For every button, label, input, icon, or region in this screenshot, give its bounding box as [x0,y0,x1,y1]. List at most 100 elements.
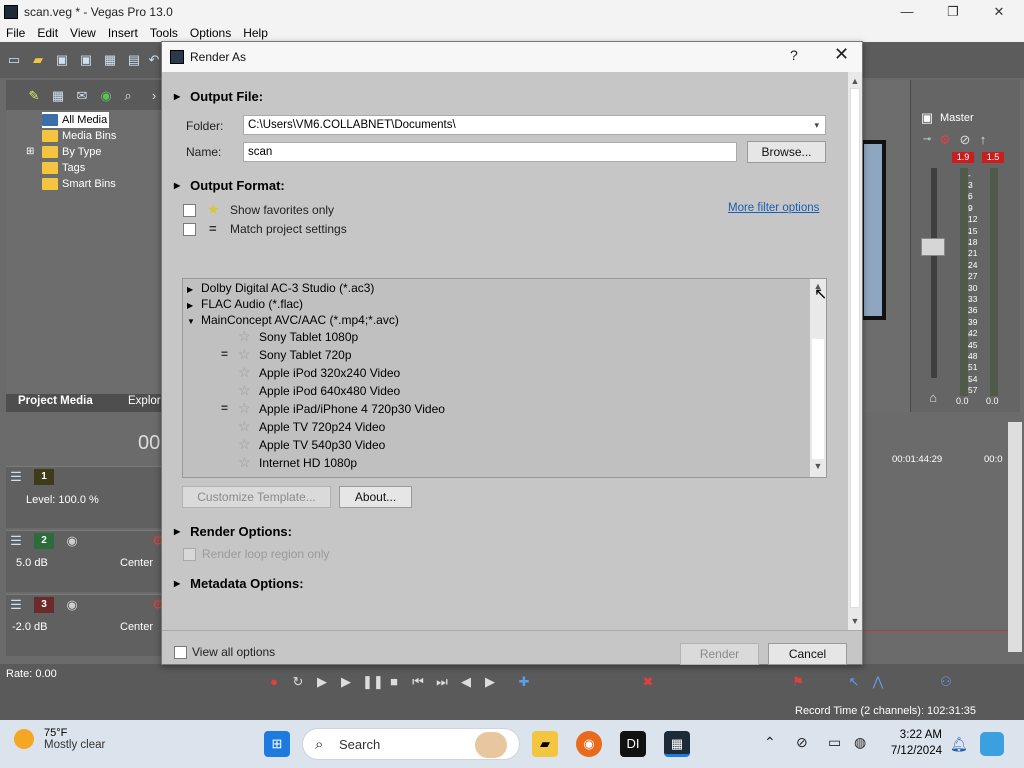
delete-icon[interactable]: ✖ [640,674,656,690]
import-media-icon[interactable]: ✎ [26,88,42,104]
new-project-icon[interactable]: ▭ [6,52,22,68]
template-item[interactable]: Sony Tablet 720p [259,348,352,362]
template-item[interactable]: Apple TV 540p30 Video [259,438,385,452]
format-item[interactable]: ▶ Dolby Digital AC-3 Studio (*.ac3) [187,281,374,295]
tab-explorer[interactable]: Explor [128,395,161,407]
file-explorer-icon[interactable]: ▰ [532,731,558,757]
loop-region-checkbox[interactable] [183,548,196,561]
about-button[interactable]: About... [339,486,412,508]
format-list-scrollbar[interactable]: ▲ ▼ [810,279,826,477]
record-icon[interactable]: ● [266,674,282,690]
display-icon[interactable]: ▭ [828,734,841,751]
scroll-down-icon[interactable]: ▼ [810,461,826,475]
render-button[interactable]: Render [680,643,759,665]
taskbar-search[interactable]: ⌕ Search [302,728,520,760]
help-button[interactable]: ? [790,47,798,63]
firefox-icon[interactable]: ◉ [576,731,602,757]
scroll-thumb[interactable] [850,88,860,608]
metadata-options-header[interactable]: ▶ Metadata Options: [174,576,304,591]
more-filter-options-link[interactable]: More filter options [728,202,819,214]
next-frame-icon[interactable]: ▶ [482,674,498,690]
expand-icon[interactable]: ⊞ [26,146,34,157]
favorite-star-icon[interactable]: ☆ [238,455,251,469]
auto-ripple-icon[interactable]: ⚇ [938,674,954,690]
vegas-taskbar-icon[interactable]: ▦ [664,731,690,757]
copilot-icon[interactable] [980,732,1004,756]
notification-bell-icon[interactable]: 🔔︎ [950,736,968,753]
template-item[interactable]: Internet HD 1080p [259,456,357,470]
marker-icon[interactable]: ⚑ [790,674,806,690]
favorite-star-icon[interactable]: ☆ [238,437,251,451]
chevron-down-icon[interactable]: ▾ [814,116,819,134]
template-item[interactable]: Apple iPod 640x480 Video [259,384,400,398]
tree-item-tags[interactable]: Tags [42,160,85,176]
tree-item-smart-bins[interactable]: Smart Bins [42,176,116,192]
format-item[interactable]: ▼ MainConcept AVC/AAC (*.mp4;*.avc) [187,313,399,327]
menu-insert[interactable]: Insert [102,26,144,40]
insert-icon[interactable]: ↑ [975,132,991,148]
output-format-header[interactable]: ▶ Output Format: [174,178,285,193]
refresh-icon[interactable]: ◉ [98,88,114,104]
template-item[interactable]: Sony Tablet 1080p [259,330,358,344]
favorite-star-icon[interactable]: ☆ [238,383,251,397]
dialog-close-button[interactable]: ✕ [834,44,849,65]
track-expand-icon[interactable]: ☰ [8,533,24,549]
prev-frame-icon[interactable]: ◀ [458,674,474,690]
normal-edit-tool-icon[interactable]: ↖ [846,674,862,690]
menu-help[interactable]: Help [237,26,274,40]
cancel-button[interactable]: Cancel [768,643,847,665]
play-icon[interactable]: ▶ [338,674,354,690]
speaker-icon[interactable]: ◍ [854,734,866,751]
chevron-up-icon[interactable]: ⌃ [764,734,776,751]
favorite-star-icon[interactable]: ☆ [238,329,251,343]
mute-icon[interactable]: ⊘ [957,132,973,148]
track-header-2[interactable]: ☰ 2 ◉ ⚙ 5.0 dB Center [6,530,166,592]
save-icon[interactable]: ▣ [54,52,70,68]
capture-icon[interactable]: ▦ [50,88,66,104]
go-start-icon[interactable]: ⏮ [410,674,426,690]
folder-field[interactable]: C:\Users\VM6.COLLABNET\Documents\ ▾ [243,115,826,135]
template-item[interactable]: Apple iPad/iPhone 4 720p30 Video [259,402,445,416]
weather-widget[interactable]: 75°F Mostly clear [14,727,105,751]
scroll-thumb[interactable] [812,339,824,459]
favorite-star-icon[interactable]: ☆ [238,365,251,379]
fx-gear-icon[interactable]: ⚙ [937,132,953,148]
render-options-header[interactable]: ▶ Render Options: [174,524,292,539]
track-expand-icon[interactable]: ☰ [8,597,24,613]
tab-project-media[interactable]: Project Media [18,395,93,407]
close-window-button[interactable]: ✕ [976,0,1022,24]
properties-icon[interactable]: ▤ [126,52,142,68]
track-header-3[interactable]: ☰ 3 ◉ ⚙ -2.0 dB Center [6,594,166,656]
master-fader-handle[interactable] [921,238,945,256]
edit-tool-icon[interactable]: ✚ [516,674,532,690]
format-item[interactable]: ▶ FLAC Audio (*.flac) [187,297,303,311]
menu-view[interactable]: View [64,26,102,40]
menu-file[interactable]: File [0,26,31,40]
favorite-star-icon[interactable]: ☆ [238,401,251,415]
favorite-star-icon[interactable]: ☆ [238,347,251,361]
lock-icon[interactable]: ⌂ [925,390,941,406]
start-icon[interactable]: ⊞ [264,731,290,757]
tree-item-all-media[interactable]: All Media [42,112,110,128]
undo-icon[interactable]: ↶ [146,52,162,68]
search-media-icon[interactable]: ⌕ [120,88,136,104]
taskbar-clock[interactable]: 3:22 AM 7/12/2024 [882,727,942,759]
customize-template-button[interactable]: Customize Template... [182,486,331,508]
record-arm-icon[interactable]: ◉ [64,597,80,613]
play-from-start-icon[interactable]: ▶ [314,674,330,690]
render-icon[interactable]: ▦ [102,52,118,68]
track-header-1[interactable]: ☰ 1 Level: 100.0 % [6,466,166,528]
menu-edit[interactable]: Edit [31,26,64,40]
scroll-up-icon[interactable]: ▲ [848,74,862,88]
app-di-icon[interactable]: DI [620,731,646,757]
scroll-down-icon[interactable]: ▼ [848,614,862,628]
get-media-icon[interactable]: ✉ [74,88,90,104]
format-list[interactable]: ▶ Dolby Digital AC-3 Studio (*.ac3) ▶ FLAC… [182,278,827,478]
tree-item-by-type[interactable]: By Type [42,144,102,160]
browse-button[interactable]: Browse... [747,141,826,163]
stop-icon[interactable]: ■ [386,674,402,690]
menu-tools[interactable]: Tools [144,26,184,40]
envelope-tool-icon[interactable]: ⋀ [870,674,886,690]
dialog-scrollbar[interactable]: ▲ ▼ [848,72,862,630]
output-file-header[interactable]: ▶ Output File: [174,89,263,104]
